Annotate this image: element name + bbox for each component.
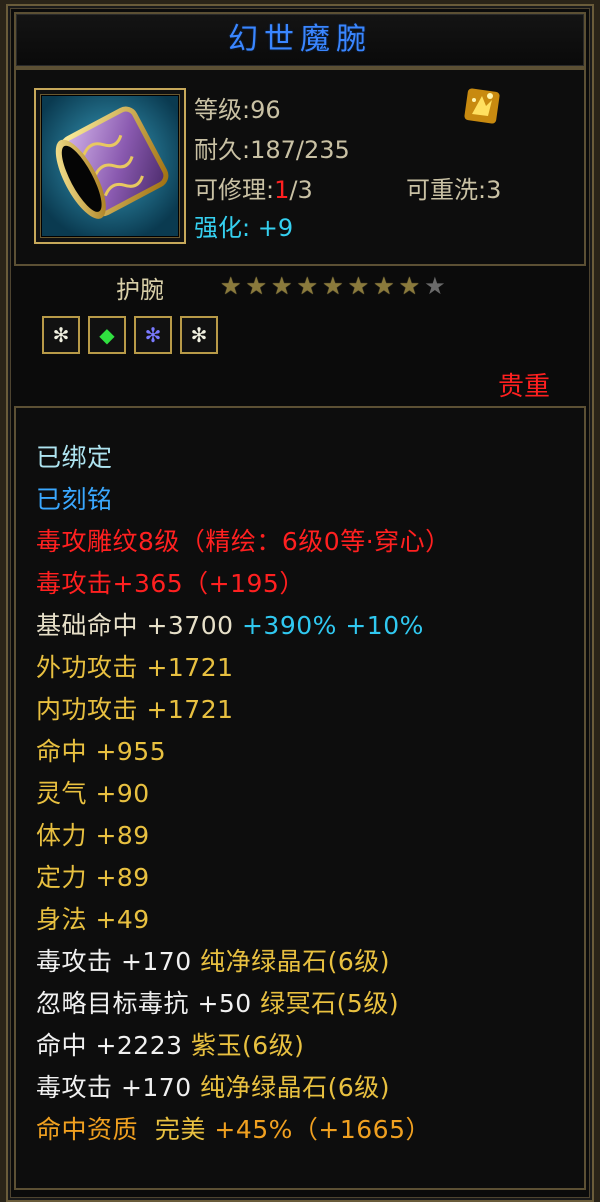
star-filled-icon: ★: [245, 272, 268, 300]
stamina-line: 体力 +89: [36, 821, 150, 850]
gem4-name: 纯净绿晶石(6级): [200, 1073, 390, 1102]
star-filled-icon: ★: [296, 272, 319, 300]
purple-gem-icon[interactable]: ✻: [134, 316, 172, 354]
item-icon-slot[interactable]: [34, 88, 186, 244]
base-hit-line: 基础命中 +3700 +390% +10%: [36, 606, 424, 642]
carving-line: 毒攻雕纹8级（精绘：6级0等·穿心）: [36, 527, 451, 556]
rewash-label: 可重洗:3: [406, 176, 502, 204]
slot-type: 护腕: [116, 276, 164, 304]
inner-attack-line: 内功攻击 +1721: [36, 695, 234, 724]
quality-line: 命中资质 完美 +45%（+1665）: [36, 1110, 431, 1146]
base-hit-label: 基础命中 +3700: [36, 611, 234, 640]
gem2-line: 忽略目标毒抗 +50 绿冥石(5级): [36, 984, 399, 1020]
item-name: 幻世魔腕: [228, 22, 372, 57]
level-label: 等级:96: [194, 96, 281, 124]
bracer-icon: [42, 96, 178, 236]
attribute-panel: 已绑定 已刻铭 毒攻雕纹8级（精绘：6级0等·穿心） 毒攻击+365（+195）…: [14, 406, 586, 1190]
star-rating: ★ ★ ★ ★ ★ ★ ★ ★ ★: [220, 274, 446, 298]
star-filled-icon: ★: [322, 272, 344, 300]
focus-line: 定力 +89: [36, 863, 150, 892]
gem4-stat: 毒攻击 +170: [36, 1073, 192, 1102]
repair-max: /3: [289, 176, 313, 204]
poison-attack-line: 毒攻击+365（+195）: [36, 569, 305, 598]
rarity-label: 贵重: [497, 372, 550, 402]
spirit-line: 灵气 +90: [36, 779, 150, 808]
quality-value: +45%（+1665）: [214, 1115, 431, 1144]
bound-status: 已绑定: [36, 443, 113, 472]
gem1-name: 纯净绿晶石(6级): [200, 947, 390, 976]
enhance-value: +9: [257, 214, 294, 242]
base-hit-pct1: +390%: [241, 611, 337, 640]
gem3-line: 命中 +2223 紫玉(6级): [36, 1026, 304, 1062]
repair-prefix: 可修理:: [194, 176, 275, 204]
gem3-name: 紫玉(6级): [190, 1031, 305, 1060]
gem2-stat: 忽略目标毒抗 +50: [36, 989, 252, 1018]
quality-grade: 完美: [154, 1115, 206, 1144]
durability-label: 耐久:187/235: [194, 136, 350, 164]
quality-label: 命中资质: [36, 1115, 139, 1144]
item-type-row: 护腕 ★ ★ ★ ★ ★ ★ ★ ★ ★ ✻ ◆ ✻ ✻ 贵重: [14, 266, 582, 406]
star-filled-icon: ★: [220, 272, 242, 300]
repair-current: 1: [274, 176, 290, 204]
star-empty-icon: ★: [424, 272, 446, 300]
gem2-name: 绿冥石(5级): [260, 989, 400, 1018]
gem1-stat: 毒攻击 +170: [36, 947, 192, 976]
gem1-line: 毒攻击 +170 纯净绿晶石(6级): [36, 942, 390, 978]
base-hit-pct2: +10%: [345, 611, 424, 640]
star-filled-icon: ★: [347, 272, 370, 300]
gem4-line: 毒攻击 +170 纯净绿晶石(6级): [36, 1068, 390, 1104]
repair-label: 可修理:1/3: [194, 170, 313, 205]
title-bar: 幻世魔腕: [14, 12, 586, 68]
white-gem-icon[interactable]: ✻: [42, 316, 80, 354]
green-gem-icon[interactable]: ◆: [88, 316, 126, 354]
outer-attack-line: 外功攻击 +1721: [36, 653, 234, 682]
star-filled-icon: ★: [373, 272, 395, 300]
enhance-text: 强化:: [194, 214, 258, 242]
gem-sockets: ✻ ◆ ✻ ✻: [42, 316, 218, 354]
agility-line: 身法 +49: [36, 905, 150, 934]
star-filled-icon: ★: [398, 272, 421, 300]
enhance-label: 强化: +9: [194, 208, 293, 243]
star-filled-icon: ★: [271, 272, 293, 300]
white-gem-icon[interactable]: ✻: [180, 316, 218, 354]
engraved-status: 已刻铭: [36, 485, 113, 514]
item-header-panel: 等级:96 耐久:187/235 可修理:1/3 可重洗:3 强化: +9: [14, 68, 586, 266]
gold-badge-icon: [462, 86, 502, 126]
hit-line: 命中 +955: [36, 737, 167, 766]
gem3-stat: 命中 +2223: [36, 1031, 183, 1060]
